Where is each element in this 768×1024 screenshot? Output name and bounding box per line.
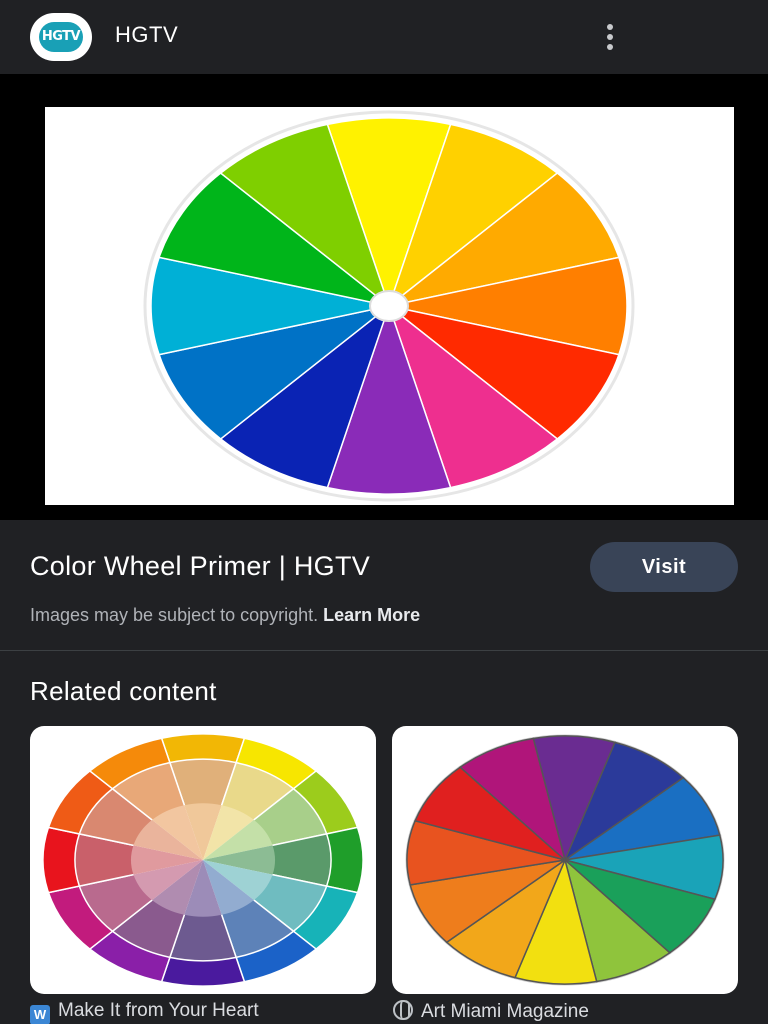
globe-icon xyxy=(393,1000,413,1020)
top-bar: HGTV HGTV xyxy=(0,0,768,74)
related-source-2[interactable]: Art Miami Magazine xyxy=(393,1000,589,1023)
site-logo[interactable]: HGTV xyxy=(30,13,92,61)
more-vert-icon xyxy=(607,24,613,30)
image-viewer xyxy=(0,74,768,520)
related-content-heading: Related content xyxy=(30,676,217,706)
related-source-label: Art Miami Magazine xyxy=(421,1001,589,1022)
wheel-shape xyxy=(369,290,409,322)
visit-button[interactable]: Visit xyxy=(590,542,738,592)
result-title[interactable]: Color Wheel Primer | HGTV xyxy=(30,551,370,582)
hgtv-logo-icon: HGTV xyxy=(39,22,83,52)
main-image[interactable] xyxy=(45,107,734,505)
wordpress-icon: W xyxy=(30,1005,50,1024)
site-name[interactable]: HGTV xyxy=(115,22,178,48)
more-options-button[interactable] xyxy=(594,20,626,54)
related-image-2 xyxy=(405,734,725,986)
related-image-1 xyxy=(42,733,364,987)
color-wheel-image xyxy=(143,110,635,502)
learn-more-link[interactable]: Learn More xyxy=(323,605,420,625)
related-card-2[interactable] xyxy=(392,726,738,994)
related-card-1[interactable] xyxy=(30,726,376,994)
copyright-text: Images may be subject to copyright. xyxy=(30,605,324,625)
related-source-1[interactable]: W Make It from Your Heart xyxy=(30,1000,259,1024)
divider xyxy=(0,650,768,651)
related-source-label: Make It from Your Heart xyxy=(58,1000,259,1021)
copyright-notice: Images may be subject to copyright. Lear… xyxy=(30,605,420,626)
